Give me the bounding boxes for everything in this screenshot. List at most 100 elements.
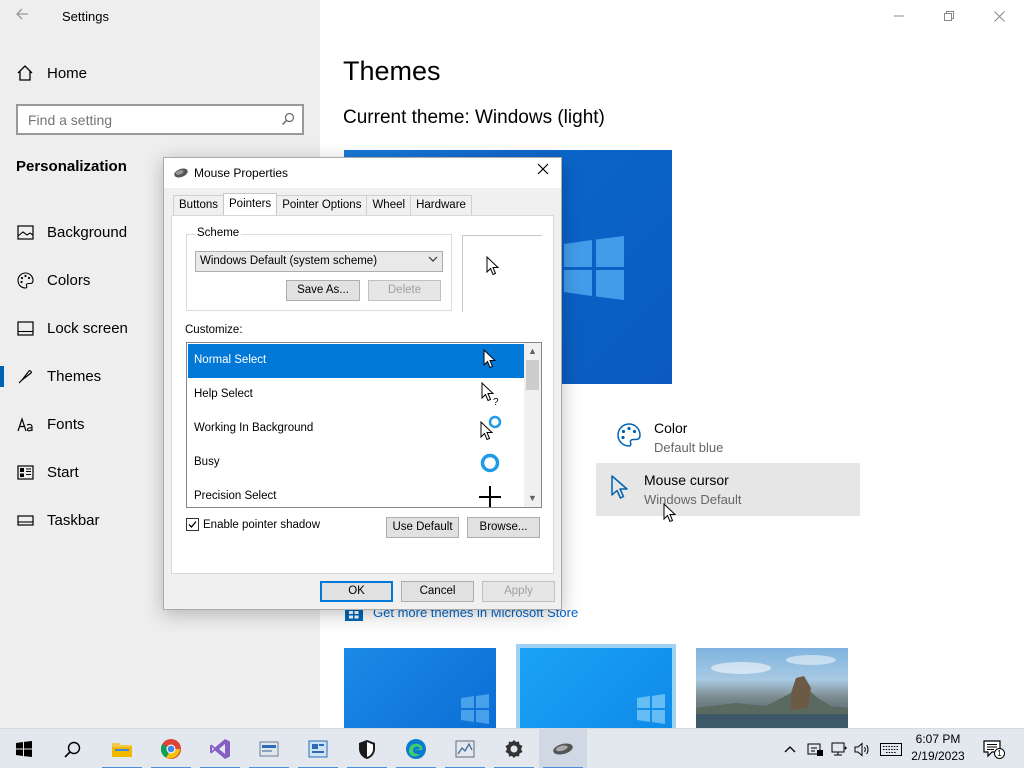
chevron-up-icon[interactable]	[781, 740, 799, 758]
theme-thumbnail[interactable]	[696, 648, 848, 728]
scroll-down-icon[interactable]: ▼	[524, 490, 541, 507]
search-icon[interactable]	[281, 112, 295, 131]
minimize-icon[interactable]	[874, 0, 924, 32]
clock-time: 6:07 PM	[915, 732, 961, 746]
chevron-down-icon	[428, 254, 438, 267]
app-icon	[259, 741, 279, 757]
palette-icon	[616, 422, 642, 453]
tab-pointer-options[interactable]: Pointer Options	[276, 195, 368, 215]
taskbar-app[interactable]	[441, 729, 489, 768]
maximize-icon[interactable]	[924, 0, 974, 32]
ok-button[interactable]: OK	[320, 581, 393, 602]
palette-icon	[16, 271, 34, 289]
enable-pointer-shadow-label: Enable pointer shadow	[203, 518, 320, 531]
taskbar: 6:07 PM 2/19/2023 1	[0, 728, 1024, 768]
taskbar-edge[interactable]	[392, 729, 440, 768]
scheme-group: Scheme Windows Default (system scheme) S…	[186, 227, 452, 311]
taskbar-clock[interactable]: 6:07 PM 2/19/2023	[906, 731, 970, 765]
cursor-row-label: Normal Select	[194, 354, 267, 366]
pointers-tab-panel: Scheme Windows Default (system scheme) S…	[171, 215, 554, 574]
tab-wheel[interactable]: Wheel	[366, 195, 412, 215]
nav-item-label: Taskbar	[47, 511, 100, 529]
tab-hardware[interactable]: Hardware	[410, 195, 472, 215]
delete-button[interactable]: Delete	[368, 280, 441, 301]
cursor-arrow-icon	[610, 474, 630, 505]
start-button[interactable]	[0, 729, 48, 768]
taskbar-file-explorer[interactable]	[98, 729, 146, 768]
windows-logo-icon	[564, 236, 624, 300]
cursor-row-working-in-background[interactable]: Working In Background	[188, 412, 524, 446]
close-icon[interactable]	[533, 162, 553, 180]
enable-pointer-shadow-checkbox[interactable]	[186, 518, 199, 531]
use-default-button[interactable]: Use Default	[386, 517, 459, 538]
cancel-button[interactable]: Cancel	[401, 581, 474, 602]
nav-item-label: Themes	[47, 367, 102, 385]
tab-buttons[interactable]: Buttons	[173, 195, 224, 215]
nav-item-label: Fonts	[47, 415, 85, 433]
scheme-value: Windows Default (system scheme)	[200, 255, 378, 267]
mouse-pointer-icon	[663, 503, 677, 523]
volume-icon[interactable]	[853, 740, 871, 758]
image-icon	[16, 223, 34, 241]
taskbar-visual-studio[interactable]	[196, 729, 244, 768]
nav-item-label: Colors	[47, 271, 91, 289]
theme-thumbnail[interactable]	[344, 648, 496, 728]
svg-text:?: ?	[493, 397, 499, 408]
theme-thumbnail-selected[interactable]	[520, 648, 672, 728]
search-input[interactable]	[18, 106, 268, 133]
edge-icon	[406, 739, 426, 759]
scrollbar-thumb[interactable]	[526, 360, 539, 390]
close-icon[interactable]	[974, 0, 1024, 32]
lock-screen-icon	[16, 319, 34, 337]
dialog-titlebar[interactable]: Mouse Properties	[164, 158, 561, 188]
cursor-list-scrollbar[interactable]: ▲ ▼	[524, 343, 541, 507]
cursor-row-label: Busy	[194, 456, 220, 468]
save-as-button[interactable]: Save As...	[286, 280, 360, 301]
taskbar-search-button[interactable]	[48, 729, 96, 768]
nav-item-label: Lock screen	[47, 319, 128, 337]
scroll-up-icon[interactable]: ▲	[524, 343, 541, 360]
network-adapter-icon[interactable]	[806, 740, 824, 758]
tab-pointers[interactable]: Pointers	[223, 193, 278, 215]
enable-pointer-shadow[interactable]: Enable pointer shadow	[186, 518, 320, 531]
cursor-row-normal-select[interactable]: Normal Select	[188, 344, 524, 378]
cursor-list[interactable]: Normal Select Help Select ? Working In B…	[186, 342, 542, 508]
taskbar-mouse-properties[interactable]	[539, 729, 587, 768]
cursor-row-help-select[interactable]: Help Select ?	[188, 378, 524, 412]
keyboard-icon[interactable]	[880, 740, 902, 758]
search-box[interactable]	[16, 104, 304, 135]
app-title: Settings	[62, 9, 109, 24]
mouse-cursor-option-title: Mouse cursor	[644, 472, 729, 488]
page-title: Themes	[343, 56, 441, 86]
cursor-preview	[462, 235, 542, 312]
browse-button[interactable]: Browse...	[467, 517, 540, 538]
search-icon	[63, 741, 80, 758]
nav-home-label: Home	[47, 64, 88, 82]
file-explorer-icon	[112, 743, 132, 757]
windows-logo-icon	[461, 694, 489, 724]
cursor-row-precision-select[interactable]: Precision Select	[188, 480, 524, 507]
taskbar-app[interactable]	[294, 729, 342, 768]
taskbar-settings[interactable]	[490, 729, 538, 768]
customize-label: Customize:	[185, 324, 243, 336]
cursor-row-busy[interactable]: Busy	[188, 446, 524, 480]
chrome-icon	[160, 739, 181, 759]
taskbar-app[interactable]	[245, 729, 293, 768]
landscape-image	[696, 655, 848, 728]
taskbar-chrome[interactable]	[147, 729, 195, 768]
app-icon	[455, 740, 475, 758]
notifications-icon[interactable]: 1	[982, 740, 1005, 759]
scheme-dropdown[interactable]: Windows Default (system scheme)	[195, 251, 443, 272]
taskbar-defender[interactable]	[343, 729, 391, 768]
windows-logo-icon	[637, 694, 665, 724]
arrow-cursor-icon	[483, 348, 497, 369]
mouse-cursor-option-value: Windows Default	[644, 492, 742, 507]
color-option[interactable]: Color Default blue	[606, 418, 866, 462]
network-icon[interactable]	[830, 740, 848, 758]
clock-date: 2/19/2023	[911, 749, 965, 763]
back-arrow-icon[interactable]	[14, 6, 34, 26]
nav-home[interactable]: Home	[16, 60, 306, 86]
cursor-row-label: Help Select	[194, 388, 253, 400]
mouse-cursor-option[interactable]: Mouse cursor Windows Default	[596, 463, 860, 523]
apply-button[interactable]: Apply	[482, 581, 555, 602]
